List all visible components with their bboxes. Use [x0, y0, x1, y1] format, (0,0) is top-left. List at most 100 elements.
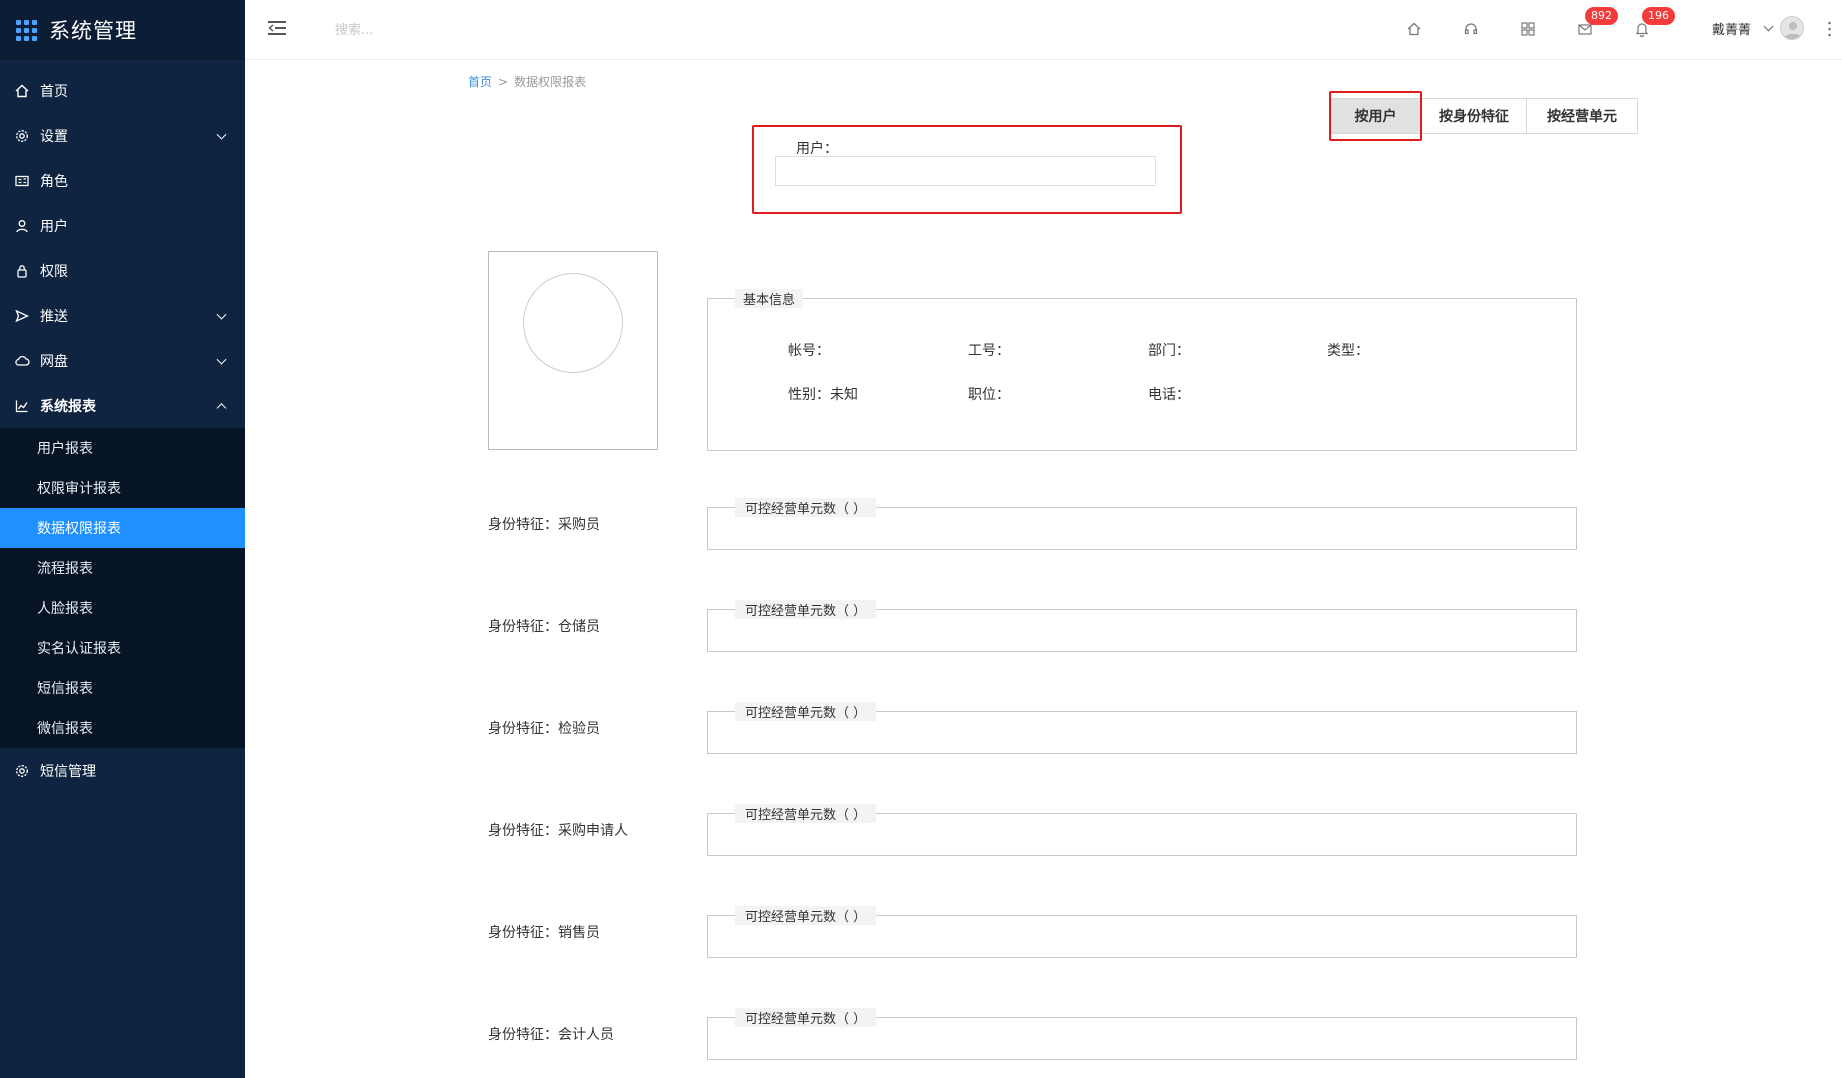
- basic-info-panel: 基本信息 帐号： 工号： 部门： 类型： 性别：未知 职位： 电话：: [707, 289, 1577, 451]
- user-input[interactable]: [775, 156, 1156, 186]
- sidebar-subitem-data-permission-report[interactable]: 数据权限报表: [0, 508, 245, 548]
- sidebar-item-home[interactable]: 首页: [0, 68, 245, 113]
- home-icon: [14, 83, 30, 99]
- tab-by-business-unit[interactable]: 按经营单元: [1527, 98, 1638, 134]
- sidebar-item-label: 首页: [40, 83, 68, 100]
- business-unit-count-legend: 可控经营单元数（ ）: [735, 498, 877, 517]
- id-card-icon: [14, 173, 30, 189]
- info-row: 帐号： 工号： 部门： 类型：: [708, 340, 1576, 360]
- business-unit-count-legend: 可控经营单元数（ ）: [735, 1008, 877, 1027]
- user-search-box: 用户：: [752, 125, 1182, 214]
- identity-feature-label: 身份特征：会计人员: [488, 1027, 614, 1043]
- home-icon[interactable]: [1402, 17, 1426, 41]
- sidebar-item-settings[interactable]: 设置: [0, 113, 245, 158]
- main-content: 首页 > 数据权限报表 按用户 按身份特征 按经营单元 用户： 基本信息 帐号： 工…: [245, 61, 1842, 1078]
- chevron-up-icon: [216, 402, 227, 413]
- info-row: 性别：未知 职位： 电话：: [708, 384, 1576, 404]
- bell-icon[interactable]: 196: [1630, 7, 1675, 41]
- identity-feature-label: 身份特征：采购员: [488, 517, 600, 533]
- account-field: 帐号：: [788, 343, 830, 359]
- chevron-down-icon: [216, 354, 227, 365]
- breadcrumb-separator: >: [498, 75, 509, 89]
- identity-feature-panel: 可控经营单元数（ ）: [707, 498, 1577, 550]
- identity-feature-panel: 可控经营单元数（ ）: [707, 702, 1577, 754]
- sidebar-item-netdisk[interactable]: 网盘: [0, 338, 245, 383]
- sidebar-item-label: 设置: [40, 128, 68, 145]
- chart-line-icon: [14, 398, 30, 414]
- more-vertical-icon[interactable]: [1828, 20, 1831, 38]
- avatar[interactable]: [1780, 16, 1804, 40]
- sidebar-item-label: 用户: [40, 218, 68, 235]
- mail-count-badge: 892: [1585, 7, 1618, 25]
- identity-feature-label: 身份特征：仓储员: [488, 619, 600, 635]
- sidebar-item-label: 推送: [40, 308, 68, 325]
- department-field: 部门：: [1148, 343, 1190, 359]
- user-icon: [14, 218, 30, 234]
- apps-icon[interactable]: [1516, 17, 1540, 41]
- report-mode-tabs: 按用户 按身份特征 按经营单元: [1329, 98, 1638, 134]
- breadcrumb-home-link[interactable]: 首页: [468, 75, 492, 89]
- basic-info-legend: 基本信息: [735, 289, 804, 308]
- user-label: 用户：: [796, 141, 838, 157]
- identity-feature-panel: 可控经营单元数（ ）: [707, 804, 1577, 856]
- gear-icon: [14, 763, 30, 779]
- sidebar-item-label: 短信管理: [40, 763, 96, 780]
- sidebar-item-sms-management[interactable]: 短信管理: [0, 748, 245, 793]
- sidebar-item-users[interactable]: 用户: [0, 203, 245, 248]
- top-header: 892 196 戴菁菁: [245, 0, 1842, 60]
- breadcrumb: 首页 > 数据权限报表: [468, 73, 586, 90]
- position-field: 职位：: [968, 387, 1010, 403]
- sidebar-subitem-user-report[interactable]: 用户报表: [0, 428, 245, 468]
- employee-id-field: 工号：: [968, 343, 1010, 359]
- business-unit-count-legend: 可控经营单元数（ ）: [735, 906, 877, 925]
- sidebar-item-label: 系统报表: [40, 398, 96, 415]
- sidebar-subitem-wechat-report[interactable]: 微信报表: [0, 708, 245, 748]
- sidebar-item-roles[interactable]: 角色: [0, 158, 245, 203]
- sidebar: 系统管理 首页 设置 角色 用户 权限 推送 网盘 系统报表 用户报表 权限审计…: [0, 0, 245, 1078]
- chevron-down-icon: [216, 129, 227, 140]
- sidebar-item-label: 权限: [40, 263, 68, 280]
- sidebar-subitem-sms-report[interactable]: 短信报表: [0, 668, 245, 708]
- sidebar-subitem-permission-audit-report[interactable]: 权限审计报表: [0, 468, 245, 508]
- user-photo-placeholder: [523, 273, 623, 373]
- apps-grid-icon: [16, 19, 37, 41]
- business-unit-count-legend: 可控经营单元数（ ）: [735, 600, 877, 619]
- send-icon: [14, 308, 30, 324]
- sidebar-item-label: 网盘: [40, 353, 68, 370]
- app-logo[interactable]: 系统管理: [0, 0, 245, 60]
- sidebar-item-permissions[interactable]: 权限: [0, 248, 245, 293]
- app-title: 系统管理: [49, 19, 137, 43]
- sidebar-subitem-face-report[interactable]: 人脸报表: [0, 588, 245, 628]
- sidebar-item-reports[interactable]: 系统报表: [0, 383, 245, 428]
- breadcrumb-current: 数据权限报表: [514, 75, 587, 89]
- sidebar-subitem-workflow-report[interactable]: 流程报表: [0, 548, 245, 588]
- identity-feature-label: 身份特征：检验员: [488, 721, 600, 737]
- reports-submenu: 用户报表 权限审计报表 数据权限报表 流程报表 人脸报表 实名认证报表 短信报表…: [0, 428, 245, 748]
- search-input[interactable]: [335, 18, 535, 42]
- notification-count-badge: 196: [1642, 7, 1675, 25]
- type-field: 类型：: [1327, 343, 1369, 359]
- sidebar-subitem-realname-report[interactable]: 实名认证报表: [0, 628, 245, 668]
- identity-feature-panel: 可控经营单元数（ ）: [707, 906, 1577, 958]
- chevron-down-icon: [216, 309, 227, 320]
- business-unit-count-legend: 可控经营单元数（ ）: [735, 702, 877, 721]
- gender-field: 性别：未知: [788, 387, 858, 403]
- tab-by-identity[interactable]: 按身份特征: [1422, 98, 1527, 134]
- mail-icon[interactable]: 892: [1573, 7, 1618, 41]
- identity-feature-label: 身份特征：采购申请人: [488, 823, 628, 839]
- identity-feature-label: 身份特征：销售员: [488, 925, 600, 941]
- phone-field: 电话：: [1148, 387, 1190, 403]
- lock-icon: [14, 263, 30, 279]
- sidebar-item-push[interactable]: 推送: [0, 293, 245, 338]
- tab-by-user[interactable]: 按用户: [1329, 98, 1422, 134]
- menu-toggle-icon[interactable]: [268, 20, 286, 36]
- sidebar-item-label: 角色: [40, 173, 68, 190]
- gear-icon: [14, 128, 30, 144]
- business-unit-count-legend: 可控经营单元数（ ）: [735, 804, 877, 823]
- identity-feature-panel: 可控经营单元数（ ）: [707, 1008, 1577, 1060]
- user-photo-frame: [488, 251, 658, 450]
- chevron-down-icon[interactable]: [1763, 21, 1774, 32]
- headset-icon[interactable]: [1459, 17, 1483, 41]
- username[interactable]: 戴菁菁: [1712, 19, 1751, 38]
- identity-feature-panel: 可控经营单元数（ ）: [707, 600, 1577, 652]
